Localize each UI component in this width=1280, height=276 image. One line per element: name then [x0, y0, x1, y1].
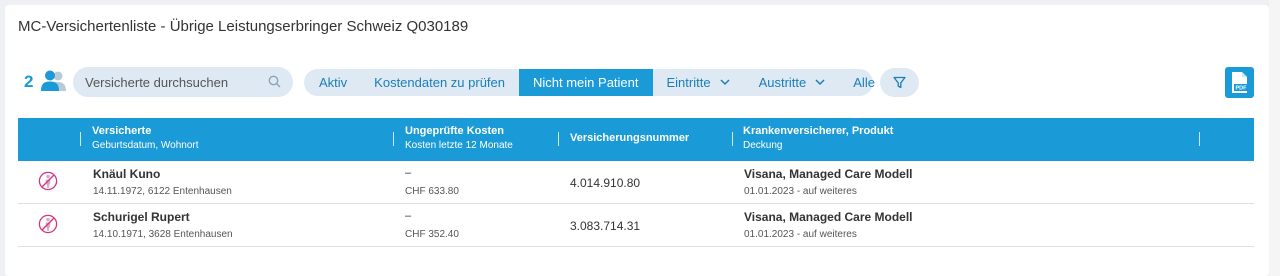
insurer-product: Visana, Managed Care Modell — [744, 210, 913, 224]
column-separator — [1199, 132, 1200, 146]
patient-excluded-icon[interactable] — [38, 171, 58, 191]
insurer-product: Visana, Managed Care Modell — [744, 167, 913, 181]
pdf-icon: PDF — [1232, 72, 1248, 93]
birthdate-residence: 14.11.1972, 6122 Entenhausen — [93, 186, 232, 197]
search-box — [73, 67, 293, 97]
search-icon[interactable] — [268, 75, 281, 88]
svg-text:PDF: PDF — [1236, 86, 1248, 92]
filter-button[interactable] — [880, 68, 919, 97]
column-separator — [558, 132, 559, 146]
column-header-versicherte[interactable]: Versicherte Geburtsdatum, Wohnort — [92, 125, 199, 151]
birthdate-residence: 14.10.1971, 3628 Entenhausen — [93, 229, 233, 240]
column-header-versicherungsnummer[interactable]: Versicherungsnummer — [570, 132, 689, 144]
insurance-number: 4.014.910.80 — [570, 176, 641, 190]
chevron-down-icon — [720, 79, 730, 86]
filter-icon — [893, 76, 906, 89]
coverage: 01.01.2023 - auf weiteres — [744, 186, 857, 197]
costs-last-12-months: CHF 633.80 — [405, 186, 459, 197]
tab-austritte[interactable]: Austritte — [745, 69, 841, 96]
coverage: 01.01.2023 - auf weiteres — [744, 229, 857, 240]
chevron-down-icon — [815, 79, 825, 86]
insured-name[interactable]: Knäul Kuno — [93, 167, 160, 181]
patient-excluded-icon[interactable] — [38, 214, 58, 234]
page-title: MC-Versichertenliste - Übrige Leistungse… — [18, 18, 469, 35]
insurance-number: 3.083.714.31 — [570, 219, 641, 233]
column-header-krankenversicherer[interactable]: Krankenversicherer, Produkt Deckung — [743, 125, 893, 151]
unchecked-costs: – — [405, 167, 412, 179]
table-row[interactable]: Schurigel Rupert 14.10.1971, 3628 Entenh… — [18, 204, 1254, 247]
costs-last-12-months: CHF 352.40 — [405, 229, 459, 240]
insured-name[interactable]: Schurigel Rupert — [93, 210, 190, 224]
table-header: Versicherte Geburtsdatum, Wohnort Ungepr… — [18, 118, 1254, 161]
tab-kostendaten-zu-pruefen[interactable]: Kostendaten zu prüfen — [361, 69, 519, 96]
column-separator — [393, 132, 394, 146]
tab-eintritte[interactable]: Eintritte — [653, 69, 745, 96]
tab-aktiv[interactable]: Aktiv — [304, 69, 361, 96]
column-header-kosten[interactable]: Ungeprüfte Kosten Kosten letzte 12 Monat… — [405, 125, 513, 151]
table-row[interactable]: Knäul Kuno 14.11.1972, 6122 Entenhausen … — [18, 161, 1254, 204]
scrollbar[interactable] — [1269, 0, 1280, 276]
column-separator — [80, 132, 81, 146]
tab-nicht-mein-patient[interactable]: Nicht mein Patient — [519, 69, 653, 96]
unchecked-costs: – — [405, 210, 412, 222]
users-icon — [41, 70, 66, 91]
pdf-export-button[interactable]: PDF — [1225, 67, 1254, 98]
column-separator — [732, 132, 733, 146]
filter-tabs: Aktiv Kostendaten zu prüfen Nicht mein P… — [304, 69, 875, 96]
search-input[interactable] — [85, 73, 265, 91]
result-count: 2 — [24, 72, 34, 91]
